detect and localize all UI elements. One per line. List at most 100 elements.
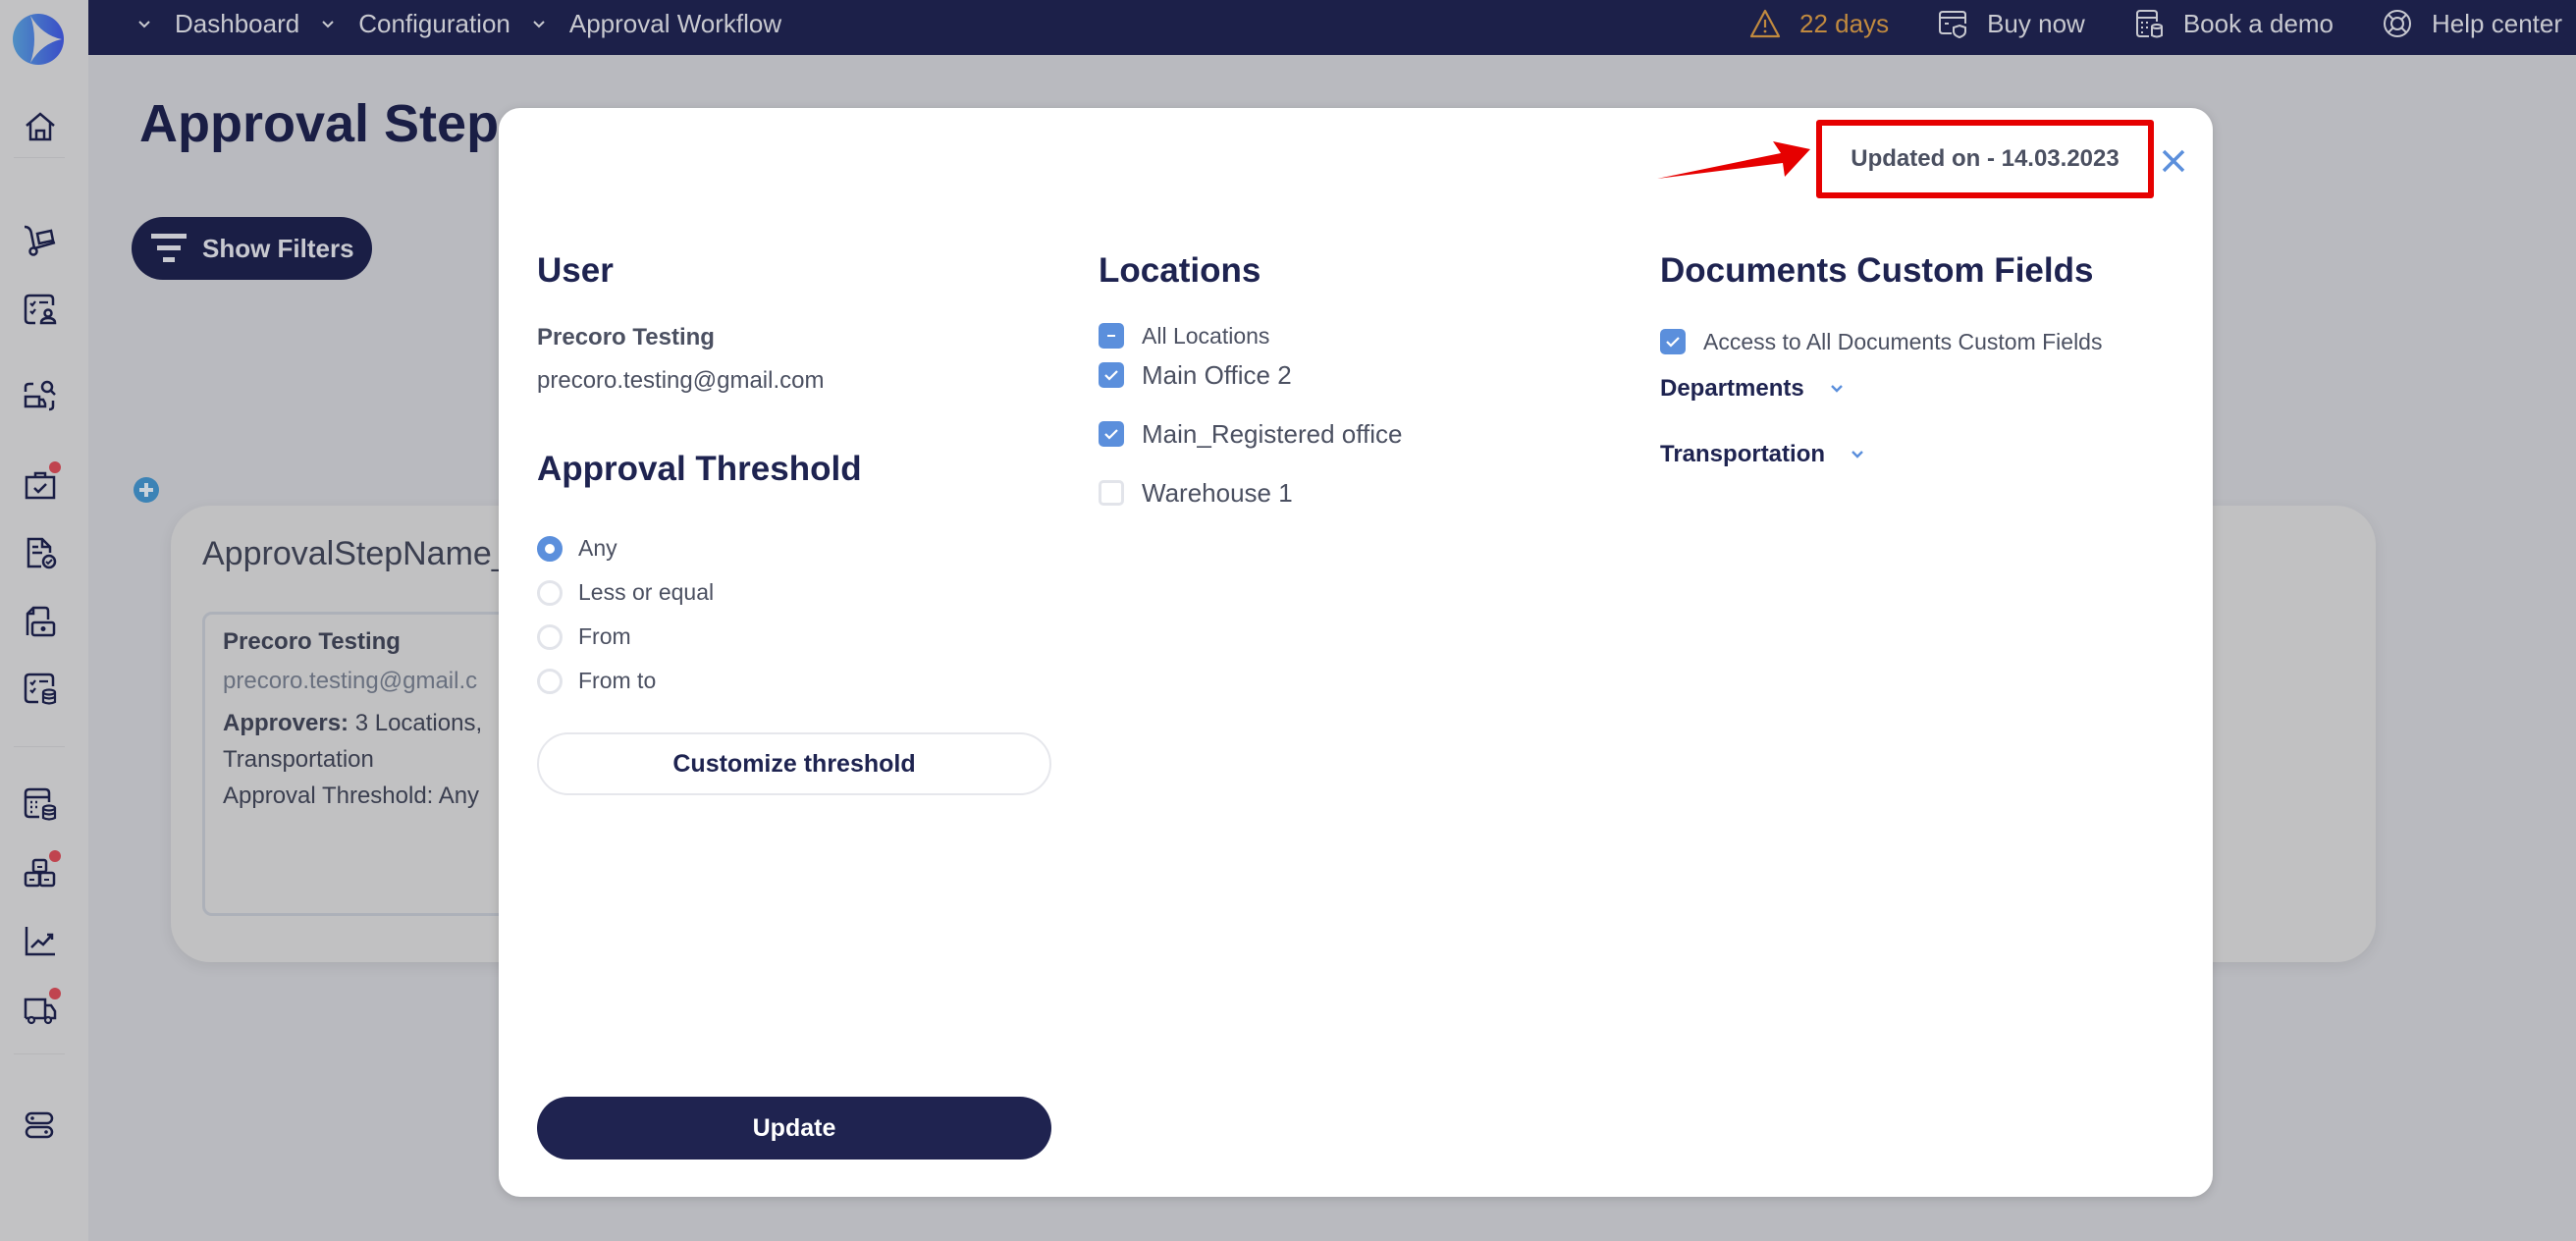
help-center-link[interactable]: Help center [2381, 7, 2562, 40]
customize-threshold-button[interactable]: Customize threshold [537, 732, 1051, 795]
buy-now-link[interactable]: Buy now [1936, 7, 2085, 40]
approvers-line2: Transportation [223, 746, 374, 773]
breadcrumb-label: Dashboard [175, 8, 300, 38]
document-check-icon [27, 537, 57, 569]
sidebar-item-invoices[interactable] [22, 534, 59, 571]
sidebar-item-settings[interactable] [22, 1106, 59, 1144]
threshold-option-from-to[interactable]: From to [537, 659, 1051, 703]
breadcrumb-configuration[interactable]: Configuration [319, 9, 510, 39]
show-filters-button[interactable]: Show Filters [132, 217, 372, 280]
add-step-icon[interactable] [134, 477, 159, 503]
sidebar-item-analytics[interactable] [22, 923, 59, 960]
transportation-group-toggle[interactable]: Transportation [1660, 435, 2171, 474]
radio[interactable] [537, 668, 563, 694]
sidebar-item-home[interactable] [22, 108, 59, 145]
custom-fields-heading: Documents Custom Fields [1660, 251, 2094, 290]
threshold-heading: Approval Threshold [537, 450, 862, 488]
home-icon [26, 112, 55, 141]
threshold-summary: Approval Threshold: Any [223, 782, 480, 809]
warning-icon [1749, 9, 1781, 38]
threshold-option-any[interactable]: Any [537, 526, 1051, 570]
checkbox-checked[interactable] [1099, 362, 1124, 388]
checkbox-checked[interactable] [1660, 329, 1686, 354]
chevron-down-icon [138, 21, 150, 28]
checkbox-label: Access to All Documents Custom Fields [1703, 328, 2103, 354]
chevron-down-icon [322, 21, 334, 28]
option-label: From [578, 623, 631, 649]
close-button[interactable] [2156, 143, 2191, 179]
chart-line-icon [25, 927, 55, 956]
filter-icon [151, 234, 187, 262]
departments-group-toggle[interactable]: Departments [1660, 369, 2171, 408]
breadcrumb-dashboard[interactable]: Dashboard [135, 9, 299, 39]
buy-now-label: Buy now [1987, 8, 2085, 38]
breadcrumb-approval-workflow[interactable]: Approval Workflow [530, 9, 781, 39]
help-center-label: Help center [2432, 8, 2562, 38]
approvers-value: 3 Locations, [354, 710, 483, 736]
close-icon [2162, 149, 2185, 173]
locations-list: All Locations Main Office 2 Main_Registe… [1099, 322, 1609, 513]
location-checkbox-row[interactable]: Main_Registered office [1099, 414, 1609, 454]
radio-selected[interactable] [537, 535, 563, 562]
option-label: Less or equal [578, 579, 715, 605]
checkbox-label: Main Office 2 [1142, 359, 1292, 390]
sidebar-item-requisitions[interactable] [22, 291, 59, 328]
chevron-down-icon [533, 21, 545, 28]
truck-search-icon [24, 380, 56, 411]
checkbox-label: Main_Registered office [1142, 418, 1403, 449]
sidebar-item-inventory[interactable] [22, 850, 61, 891]
book-demo-link[interactable]: Book a demo [2132, 7, 2334, 40]
breadcrumb-label: Configuration [358, 8, 510, 38]
user-column: User Precoro Testing precoro.testing@gma… [537, 251, 1051, 795]
locations-column: Locations All Locations Main Office 2 Ma… [1099, 251, 1609, 513]
checkbox-checked[interactable] [1099, 421, 1124, 447]
radio[interactable] [537, 623, 563, 650]
wallet-icon [26, 606, 56, 637]
chevron-down-icon [1852, 451, 1863, 459]
minus-icon [1107, 335, 1115, 337]
threshold-option-from[interactable]: From [537, 615, 1051, 659]
sidebar-divider [14, 1053, 65, 1054]
book-demo-label: Book a demo [2182, 8, 2334, 38]
update-button[interactable]: Update [537, 1097, 1051, 1160]
checkbox-label: All Locations [1142, 322, 1270, 349]
check-icon [1666, 337, 1680, 348]
option-label: From to [578, 668, 657, 693]
hand-truck-icon [24, 225, 56, 256]
lifebuoy-icon [2384, 10, 2412, 37]
group-label: Transportation [1660, 441, 1826, 467]
approvers-label: Approvers: [223, 710, 349, 736]
annotation-arrow [1657, 141, 1810, 179]
access-all-custom-fields-row[interactable]: Access to All Documents Custom Fields [1660, 322, 2171, 361]
notification-badge [49, 461, 61, 473]
sidebar-item-receiving[interactable] [22, 222, 59, 259]
checkbox-indeterminate[interactable] [1099, 323, 1124, 349]
sidebar-divider [14, 157, 65, 158]
breadcrumb: Dashboard Configuration Approval Workflo… [135, 0, 781, 47]
checkbox-unchecked[interactable] [1099, 480, 1124, 506]
all-locations-checkbox-row[interactable]: All Locations [1099, 322, 1609, 350]
trial-days-link[interactable]: 22 days [1748, 7, 1889, 40]
app-logo[interactable] [13, 14, 64, 65]
sidebar-item-suppliers[interactable] [22, 377, 59, 414]
sidebar-item-approvals[interactable] [22, 461, 61, 503]
check-icon [1104, 370, 1118, 381]
radio[interactable] [537, 579, 563, 606]
option-label: Any [578, 535, 617, 561]
sidebar-item-budget-calc[interactable] [22, 785, 59, 823]
page-title: Approval Steps [139, 94, 529, 153]
sidebar-item-payments[interactable] [22, 603, 59, 640]
threshold-options: Any Less or equal From From to [537, 526, 1051, 703]
toggles-icon [25, 1111, 54, 1139]
sidebar-item-deliveries[interactable] [22, 988, 61, 1029]
checkbox-label: Warehouse 1 [1142, 477, 1293, 508]
updated-on-label: Updated on - 14.03.2023 [1851, 145, 2120, 172]
threshold-option-less-or-equal[interactable]: Less or equal [537, 570, 1051, 615]
location-checkbox-row[interactable]: Warehouse 1 [1099, 473, 1609, 513]
show-filters-label: Show Filters [202, 233, 354, 263]
location-checkbox-row[interactable]: Main Office 2 [1099, 355, 1609, 395]
sidebar-item-budgets[interactable] [22, 670, 59, 707]
checklist-database-icon [24, 673, 57, 705]
user-email: precoro.testing@gmail.com [537, 367, 825, 394]
breadcrumb-label: Approval Workflow [568, 8, 782, 38]
